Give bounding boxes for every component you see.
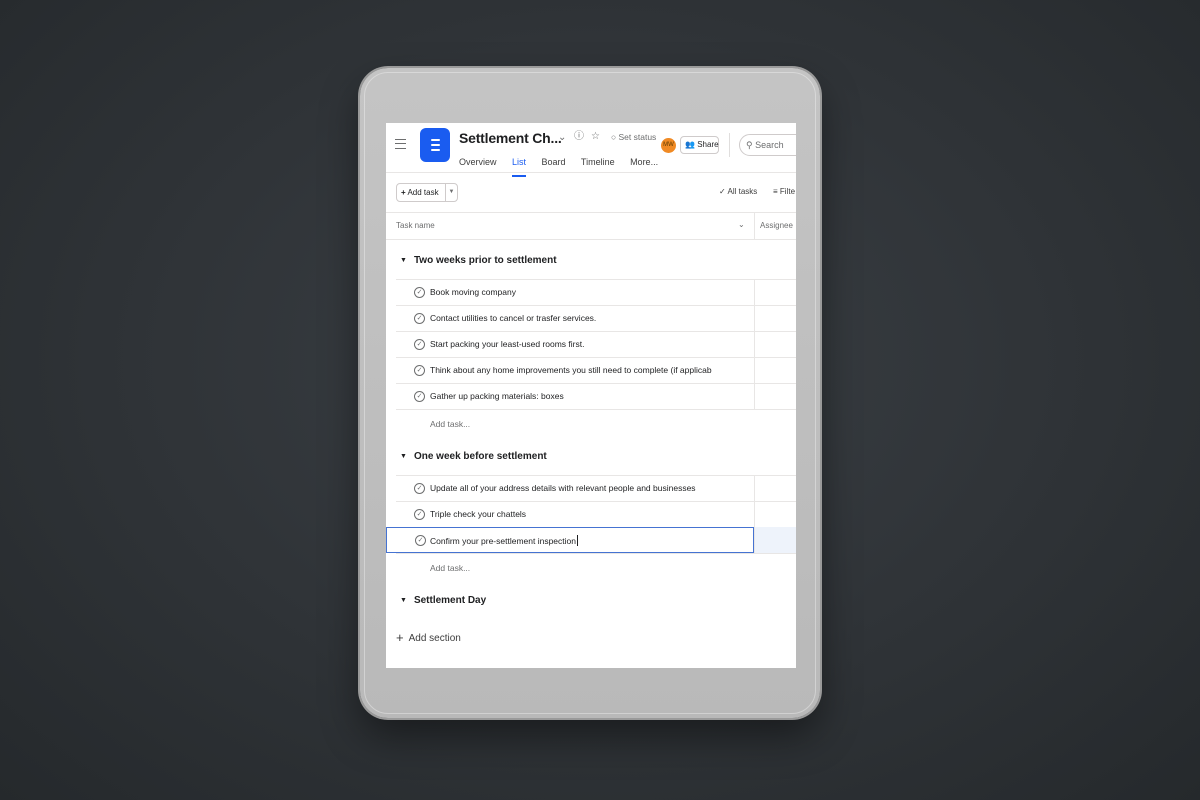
triangle-down-icon[interactable]: ▼ [400, 597, 407, 604]
task-row-selected[interactable]: ✓ Confirm your pre-settlement inspection [386, 527, 754, 553]
plus-icon: + [401, 188, 406, 197]
section-header[interactable]: ▼ Two weeks prior to settlement [400, 255, 557, 266]
text-cursor [576, 535, 578, 546]
project-tabs: Overview List Board Timeline More... [459, 152, 669, 177]
set-status-label: Set status [618, 132, 657, 142]
column-divider [754, 475, 755, 553]
assignee-cell-selected[interactable] [755, 527, 796, 553]
task-name[interactable]: Update all of your address details with … [430, 483, 752, 493]
tab-more[interactable]: More... [630, 157, 658, 177]
chevron-down-icon[interactable]: ▼ [445, 184, 457, 201]
task-name-input[interactable]: Confirm your pre-settlement inspection [430, 535, 752, 546]
chevron-down-icon[interactable]: ⌄ [558, 132, 566, 144]
task-name-value: Confirm your pre-settlement inspection [430, 536, 576, 546]
check-circle-icon[interactable]: ✓ [414, 391, 425, 402]
plus-icon: + [396, 630, 404, 645]
triangle-down-icon[interactable]: ▼ [400, 257, 407, 264]
task-name[interactable]: Contact utilities to cancel or trasfer s… [430, 313, 752, 323]
task-row[interactable]: ✓ Triple check your chattels [396, 501, 796, 527]
filter-button[interactable]: ≡ Filte [773, 187, 795, 196]
section-header[interactable]: ▼ Settlement Day [400, 595, 486, 606]
check-circle-icon: ✓ [719, 187, 726, 196]
all-tasks-label: All tasks [727, 187, 758, 196]
check-circle-icon[interactable]: ✓ [414, 313, 425, 324]
add-task-main[interactable]: + Add task [397, 184, 445, 201]
task-name[interactable]: Gather up packing materials: boxes [430, 391, 752, 401]
project-list-icon [420, 128, 450, 162]
section-header[interactable]: ▼ One week before settlement [400, 451, 547, 462]
task-name[interactable]: Start packing your least-used rooms firs… [430, 339, 752, 349]
star-icon[interactable]: ☆ [591, 131, 600, 143]
set-status-button[interactable]: ○ Set status [611, 132, 656, 142]
tablet-device: Settlement Ch... ⌄ ⓘ ☆ ○ Set status MW 👥… [360, 68, 820, 718]
add-section-label: Add section [408, 633, 461, 644]
column-divider [754, 213, 755, 239]
task-name[interactable]: Triple check your chattels [430, 509, 752, 519]
task-name[interactable]: Book moving company [430, 287, 752, 297]
share-label: Share [697, 140, 719, 149]
add-task-link[interactable]: Add task... [430, 419, 470, 429]
column-divider [754, 279, 755, 409]
divider [729, 133, 730, 157]
task-row[interactable]: ✓ Update all of your address details with… [396, 475, 796, 501]
add-task-button[interactable]: + Add task ▼ [396, 183, 458, 202]
tab-board[interactable]: Board [541, 157, 565, 177]
column-header-assignee[interactable]: Assignee [760, 221, 793, 230]
tab-timeline[interactable]: Timeline [581, 157, 615, 177]
task-row[interactable]: ✓ Book moving company [396, 279, 796, 305]
triangle-down-icon[interactable]: ▼ [400, 453, 407, 460]
chevron-down-icon[interactable]: ⌄ [738, 220, 745, 229]
column-header-task-name[interactable]: Task name [396, 221, 435, 230]
filter-label: Filte [779, 187, 796, 196]
task-row[interactable]: ✓ Think about any home improvements you s… [396, 357, 796, 383]
project-title: Settlement Ch... [459, 130, 562, 146]
people-icon: 👥 [685, 140, 695, 149]
filter-icon: ≡ [773, 187, 778, 196]
share-button[interactable]: 👥 Share [680, 136, 719, 154]
add-task-label: Add task [407, 188, 439, 197]
app-screen: Settlement Ch... ⌄ ⓘ ☆ ○ Set status MW 👥… [386, 123, 796, 668]
check-circle-icon[interactable]: ✓ [414, 365, 425, 376]
check-circle-icon[interactable]: ✓ [414, 287, 425, 298]
search-icon: ⚲ [746, 140, 753, 150]
tab-overview[interactable]: Overview [459, 157, 497, 177]
header-divider [386, 172, 796, 173]
search-placeholder: Search [755, 140, 784, 150]
section-title: Settlement Day [413, 595, 487, 606]
add-task-link[interactable]: Add task... [430, 563, 470, 573]
check-circle-icon[interactable]: ✓ [415, 535, 426, 546]
section-title: Two weeks prior to settlement [413, 255, 557, 266]
search-input[interactable]: ⚲ Search [739, 134, 796, 156]
row-divider [396, 553, 796, 554]
tab-list[interactable]: List [511, 157, 526, 177]
grid-divider [386, 239, 796, 240]
section-title: One week before settlement [413, 451, 547, 462]
check-circle-icon[interactable]: ✓ [414, 483, 425, 494]
all-tasks-filter[interactable]: ✓ All tasks [719, 187, 757, 196]
add-section-button[interactable]: + Add section [396, 630, 461, 645]
grid-divider [386, 212, 796, 213]
task-row[interactable]: ✓ Gather up packing materials: boxes [396, 383, 796, 409]
project-header: Settlement Ch... ⌄ ⓘ ☆ ○ Set status MW 👥… [386, 123, 796, 177]
avatar[interactable]: MW [661, 138, 676, 153]
task-row[interactable]: ✓ Contact utilities to cancel or trasfer … [396, 305, 796, 331]
info-icon[interactable]: ⓘ [574, 131, 584, 143]
check-circle-icon[interactable]: ✓ [414, 339, 425, 350]
task-row[interactable]: ✓ Start packing your least-used rooms fir… [396, 331, 796, 357]
hamburger-menu-icon[interactable] [395, 139, 406, 149]
check-circle-icon[interactable]: ✓ [414, 509, 425, 520]
row-divider [396, 409, 796, 410]
task-name[interactable]: Think about any home improvements you st… [430, 365, 752, 375]
